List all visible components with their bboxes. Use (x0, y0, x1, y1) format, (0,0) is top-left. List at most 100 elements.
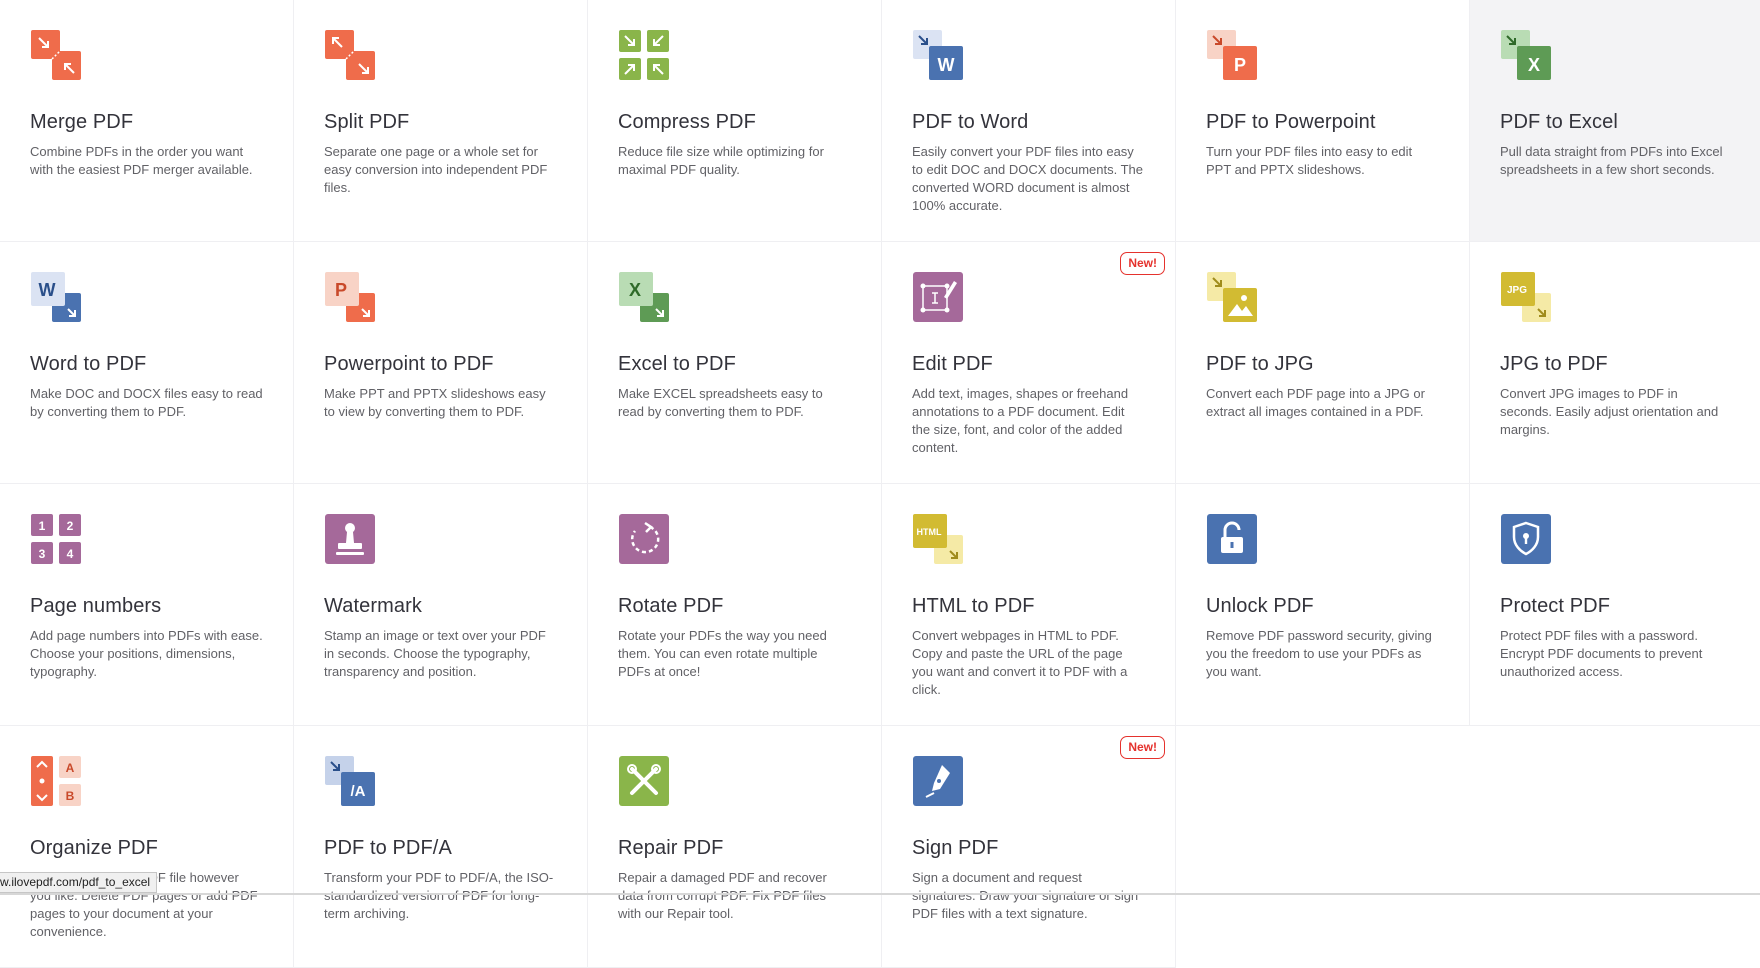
tool-title: Rotate PDF (618, 595, 724, 617)
organize-letter-b: B (66, 789, 75, 803)
html-label: HTML (917, 527, 942, 537)
tool-description: Rotate your PDFs the way you need them. … (618, 628, 827, 679)
excel-letter: X (629, 280, 641, 300)
tool-description: Combine PDFs in the order you want with … (30, 144, 253, 177)
tool-card-repair-pdf[interactable]: Repair PDF Repair a damaged PDF and reco… (588, 726, 882, 968)
pdf-to-jpg-icon (1206, 271, 1258, 323)
tool-card-watermark[interactable]: Watermark Stamp an image or text over yo… (294, 484, 588, 726)
tool-card-pdf-to-excel[interactable]: X PDF to Excel Pull data straight from P… (1470, 0, 1760, 242)
tool-description: Make DOC and DOCX files easy to read by … (30, 386, 263, 419)
status-bar-url: w.ilovepdf.com/pdf_to_excel (0, 872, 158, 893)
tool-title: Edit PDF (912, 353, 993, 375)
word-to-pdf-icon: W (30, 271, 82, 323)
tool-description: Repair a damaged PDF and recover data fr… (618, 870, 827, 921)
tool-card-rotate-pdf[interactable]: Rotate PDF Rotate your PDFs the way you … (588, 484, 882, 726)
merge-pdf-icon (30, 29, 82, 81)
tool-title: Protect PDF (1500, 595, 1611, 617)
powerpoint-letter: P (335, 280, 347, 300)
watermark-icon (324, 513, 376, 565)
edit-pdf-icon (912, 271, 964, 323)
tool-card-html-to-pdf[interactable]: HTML HTML to PDF Convert webpages in HTM… (882, 484, 1176, 726)
tool-title: PDF to Word (912, 111, 1029, 133)
tool-card-pdf-to-word[interactable]: W PDF to Word Easily convert your PDF fi… (882, 0, 1176, 242)
unlock-pdf-icon (1206, 513, 1258, 565)
jpg-label: JPG (1507, 285, 1527, 296)
jpg-to-pdf-icon: JPG (1500, 271, 1552, 323)
tool-card-pdf-to-powerpoint[interactable]: P PDF to Powerpoint Turn your PDF files … (1176, 0, 1470, 242)
powerpoint-to-pdf-icon: P (324, 271, 376, 323)
tool-description: Protect PDF files with a password. Encry… (1500, 628, 1703, 679)
tool-description: Remove PDF password security, giving you… (1206, 628, 1432, 679)
tool-card-protect-pdf[interactable]: Protect PDF Protect PDF files with a pas… (1470, 484, 1760, 726)
pdf-to-excel-icon: X (1500, 29, 1552, 81)
repair-pdf-icon (618, 755, 670, 807)
tool-card-jpg-to-pdf[interactable]: JPG JPG to PDF Convert JPG images to PDF… (1470, 242, 1760, 484)
tool-description: Reduce file size while optimizing for ma… (618, 144, 824, 177)
tool-title: HTML to PDF (912, 595, 1035, 617)
tool-title: Repair PDF (618, 837, 724, 859)
tool-title: PDF to Powerpoint (1206, 111, 1376, 133)
tool-card-edit-pdf[interactable]: New! Edit PDF Add text, images, shapes o… (882, 242, 1176, 484)
page-number-4: 4 (67, 547, 74, 561)
tool-card-merge-pdf[interactable]: Merge PDF Combine PDFs in the order you … (0, 0, 294, 242)
tool-description: Sign a document and request signatures. … (912, 870, 1139, 921)
tool-card-pdf-to-jpg[interactable]: PDF to JPG Convert each PDF page into a … (1176, 242, 1470, 484)
page-numbers-icon: 1 2 3 4 (30, 513, 82, 565)
tool-description: Separate one page or a whole set for eas… (324, 144, 548, 195)
organize-pdf-icon: A B (30, 755, 82, 807)
tool-title: Powerpoint to PDF (324, 353, 494, 375)
tool-title: PDF to Excel (1500, 111, 1618, 133)
page-number-2: 2 (67, 519, 74, 533)
tool-card-page-numbers[interactable]: 1 2 3 4 Page numbers Add page numbers in… (0, 484, 294, 726)
tool-description: Transform your PDF to PDF/A, the ISO-sta… (324, 870, 554, 921)
tool-title: JPG to PDF (1500, 353, 1608, 375)
tool-description: Add text, images, shapes or freehand ann… (912, 386, 1129, 455)
tool-title: Split PDF (324, 111, 410, 133)
tool-title: Page numbers (30, 595, 162, 617)
page-number-3: 3 (39, 547, 46, 561)
tool-card-compress-pdf[interactable]: Compress PDF Reduce file size while opti… (588, 0, 882, 242)
pdf-to-pdfa-icon: /A (324, 755, 376, 807)
new-badge: New! (1120, 252, 1165, 275)
tool-description: Make PPT and PPTX slideshows easy to vie… (324, 386, 546, 419)
tool-description: Convert JPG images to PDF in seconds. Ea… (1500, 386, 1719, 437)
tool-description: Turn your PDF files into easy to edit PP… (1206, 144, 1413, 177)
tool-card-word-to-pdf[interactable]: W Word to PDF Make DOC and DOCX files ea… (0, 242, 294, 484)
sign-pdf-icon (912, 755, 964, 807)
tool-title: Excel to PDF (618, 353, 736, 375)
protect-pdf-icon (1500, 513, 1552, 565)
tool-title: Sign PDF (912, 837, 999, 859)
split-pdf-icon (324, 29, 376, 81)
tool-description: Easily convert your PDF files into easy … (912, 144, 1143, 213)
empty-cell (1176, 726, 1470, 968)
excel-to-pdf-icon: X (618, 271, 670, 323)
tool-card-pdf-to-pdfa[interactable]: /A PDF to PDF/A Transform your PDF to PD… (294, 726, 588, 968)
tool-title: Watermark (324, 595, 422, 617)
tool-description: Stamp an image or text over your PDF in … (324, 628, 546, 679)
tool-card-powerpoint-to-pdf[interactable]: P Powerpoint to PDF Make PPT and PPTX sl… (294, 242, 588, 484)
tool-title: PDF to PDF/A (324, 837, 452, 859)
tool-card-excel-to-pdf[interactable]: X Excel to PDF Make EXCEL spreadsheets e… (588, 242, 882, 484)
tool-title: Organize PDF (30, 837, 158, 859)
tool-card-split-pdf[interactable]: Split PDF Separate one page or a whole s… (294, 0, 588, 242)
tool-card-unlock-pdf[interactable]: Unlock PDF Remove PDF password security,… (1176, 484, 1470, 726)
tool-title: Word to PDF (30, 353, 147, 375)
tool-card-organize-pdf[interactable]: A B Organize PDF Sort pages of your PDF … (0, 726, 294, 968)
tool-title: PDF to JPG (1206, 353, 1314, 375)
pdfa-label: /A (351, 783, 366, 800)
tool-card-sign-pdf[interactable]: New! Sign PDF Sign a document and reques… (882, 726, 1176, 968)
new-badge: New! (1120, 736, 1165, 759)
organize-letter-a: A (66, 761, 75, 775)
powerpoint-letter: P (1234, 55, 1246, 75)
empty-cell (1470, 726, 1760, 968)
tool-description: Pull data straight from PDFs into Excel … (1500, 144, 1723, 177)
html-to-pdf-icon: HTML (912, 513, 964, 565)
tools-grid: Merge PDF Combine PDFs in the order you … (0, 0, 1760, 968)
tool-title: Compress PDF (618, 111, 756, 133)
tool-description: Convert webpages in HTML to PDF. Copy an… (912, 628, 1128, 697)
compress-pdf-icon (618, 29, 670, 81)
page-number-1: 1 (39, 519, 46, 533)
tool-description: Make EXCEL spreadsheets easy to read by … (618, 386, 823, 419)
word-letter: W (938, 55, 955, 75)
tool-description: Add page numbers into PDFs with ease. Ch… (30, 628, 263, 679)
